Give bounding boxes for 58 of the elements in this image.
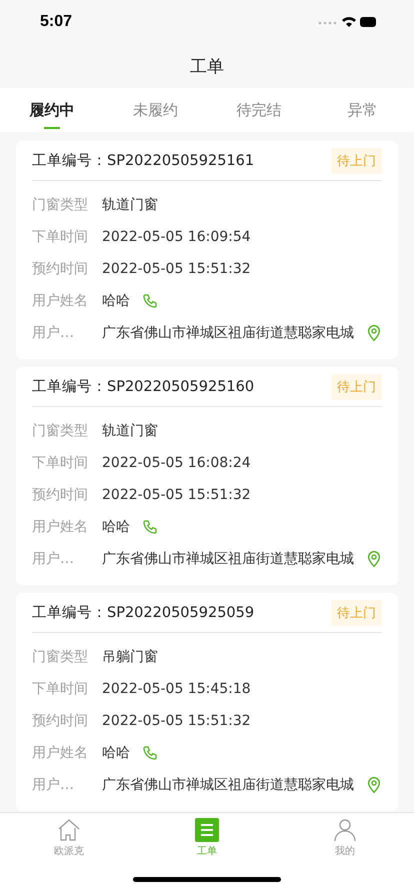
order-card[interactable]: 工单编号：SP20220505925161 待上门 门窗类型 轨道门窗 下单时间 2022-05-05 16:09:54 预约时间 2022-05-05 15:51:32 用户姓名 哈哈 用户… 广东省佛山市禅城区祖庙街道慧聪家电城: [16, 141, 398, 359]
location-pin-icon[interactable]: [366, 776, 382, 794]
status-tag: 待上门: [331, 374, 382, 400]
field-label: 下单时间: [32, 454, 89, 472]
tab-bar-item[interactable]: 我的: [276, 813, 414, 863]
order-card[interactable]: 工单编号：SP20220505925059 待上门 门窗类型 吊躺门窗 下单时间 2022-05-05 15:45:18 预约时间 2022-05-05 15:51:32 用户姓名 哈哈 用户… 广东省佛山市禅城区祖庙街道慧聪家电城: [16, 593, 398, 811]
order-number: 工单编号：SP20220505925059: [32, 604, 254, 622]
field-label: 门窗类型: [32, 196, 89, 214]
phone-icon[interactable]: [142, 745, 158, 761]
field-label: 门窗类型: [32, 422, 89, 440]
order-number: 工单编号：SP20220505925160: [32, 378, 254, 396]
field-value: 哈哈: [102, 518, 130, 536]
field-value: 哈哈: [102, 292, 130, 310]
field-label: 预约时间: [32, 486, 89, 504]
field-label: 用户姓名: [32, 292, 89, 310]
field-label: 用户…: [32, 324, 75, 342]
status-tag: 待上门: [331, 600, 382, 626]
field-value: 2022-05-05 16:09:54: [102, 229, 251, 245]
field-label: 预约时间: [32, 260, 89, 278]
field-label: 预约时间: [32, 712, 89, 730]
field-value: 2022-05-05 15:51:32: [102, 261, 251, 277]
page-title: 工单: [190, 56, 224, 78]
field-value: 2022-05-05 16:08:24: [102, 455, 251, 471]
field-value: 2022-05-05 15:51:32: [102, 487, 251, 503]
phone-icon[interactable]: [142, 293, 158, 309]
field-value: 广东省佛山市禅城区祖庙街道慧聪家电城: [102, 324, 354, 342]
order-tab[interactable]: 异常: [310, 88, 414, 132]
order-number: 工单编号：SP20220505925161: [32, 152, 254, 170]
field-value: 轨道门窗: [102, 196, 158, 214]
person-icon: [333, 818, 357, 842]
field-value: 2022-05-05 15:45:18: [102, 681, 251, 697]
list-icon: [195, 818, 219, 842]
field-label: 用户…: [32, 550, 75, 568]
field-value: 广东省佛山市禅城区祖庙街道慧聪家电城: [102, 776, 354, 794]
house-icon: [57, 818, 81, 842]
tab-bar-item[interactable]: 欧派克: [0, 813, 138, 863]
field-value: 广东省佛山市禅城区祖庙街道慧聪家电城: [102, 550, 354, 568]
field-label: 门窗类型: [32, 648, 89, 666]
field-value: 吊躺门窗: [102, 648, 158, 666]
location-pin-icon[interactable]: [366, 324, 382, 342]
location-pin-icon[interactable]: [366, 550, 382, 568]
phone-icon[interactable]: [142, 519, 158, 535]
order-tab[interactable]: 履约中: [0, 88, 104, 132]
order-card[interactable]: 工单编号：SP20220505925160 待上门 门窗类型 轨道门窗 下单时间 2022-05-05 16:08:24 预约时间 2022-05-05 15:51:32 用户姓名 哈哈 用户… 广东省佛山市禅城区祖庙街道慧聪家电城: [16, 367, 398, 585]
order-tab[interactable]: 待完结: [207, 88, 310, 132]
order-tab[interactable]: 未履约: [104, 88, 207, 132]
field-label: 用户…: [32, 776, 75, 794]
field-label: 用户姓名: [32, 518, 89, 536]
status-time: 5:07: [40, 13, 72, 31]
field-value: 2022-05-05 15:51:32: [102, 713, 251, 729]
field-value: 哈哈: [102, 744, 130, 762]
tab-bar-item[interactable]: 工单: [138, 813, 276, 863]
status-icons: [318, 15, 378, 29]
field-label: 用户姓名: [32, 744, 89, 762]
field-label: 下单时间: [32, 228, 89, 246]
field-label: 下单时间: [32, 680, 89, 698]
field-value: 轨道门窗: [102, 422, 158, 440]
status-tag: 待上门: [331, 148, 382, 174]
